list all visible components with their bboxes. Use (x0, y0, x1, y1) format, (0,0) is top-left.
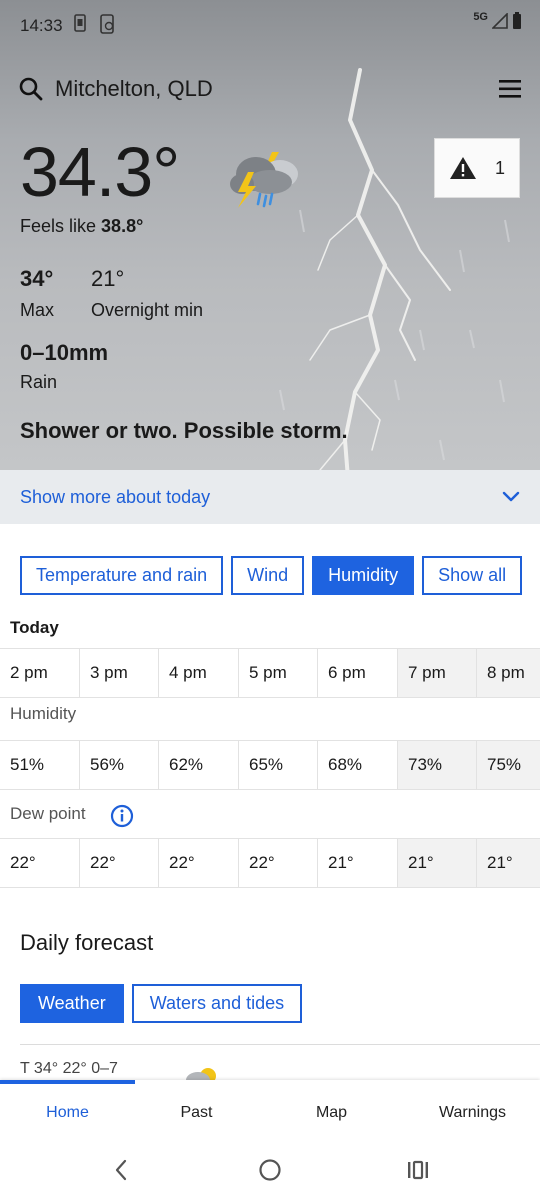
min-temp-value: 21° (91, 266, 125, 291)
info-icon[interactable] (110, 804, 134, 828)
signal-icon (492, 13, 508, 29)
feels-like-value: 38.8° (101, 216, 144, 236)
hour-cell: 3 pm (80, 649, 159, 697)
hour-cell: 8 pm (477, 649, 540, 697)
max-temp-value: 34° (20, 266, 54, 291)
network-type: 5G (473, 11, 488, 23)
humidity-cell: 65% (239, 741, 318, 789)
top-bar: Mitchelton, QLD (0, 70, 540, 110)
dewpoint-row: 22° 22° 22° 22° 21° 21° 21° (0, 838, 540, 888)
home-circle-icon[interactable] (258, 1158, 282, 1182)
menu-icon[interactable] (498, 78, 522, 100)
dewpoint-cell: 21° (398, 839, 477, 887)
tab-waters-tides[interactable]: Waters and tides (131, 984, 303, 1023)
battery-icon (513, 12, 521, 29)
chevron-down-icon (502, 491, 520, 502)
recents-icon[interactable] (406, 1158, 430, 1182)
dewpoint-cell: 21° (318, 839, 398, 887)
hero-panel: 14:33 5G Mitchelton, QLD 34.3° 1 Feels l… (0, 0, 540, 470)
toggle-humidity[interactable]: Humidity (312, 556, 415, 595)
daily-row-peek[interactable]: T 34° 22° 0–7 (20, 1060, 540, 1082)
divider (20, 1044, 540, 1045)
hour-cell: 6 pm (318, 649, 398, 697)
nav-past[interactable]: Past (129, 1104, 264, 1122)
system-navigation-bar (0, 1144, 540, 1200)
hourly-view-toggles: Temperature and rain Wind Humidity Show all (20, 556, 540, 596)
hour-cell: 7 pm (398, 649, 477, 697)
today-label: Today (10, 618, 59, 637)
forecast-summary: Shower or two. Possible storm. (20, 418, 348, 443)
dewpoint-cell: 22° (0, 839, 80, 887)
hour-cell: 2 pm (0, 649, 80, 697)
feels-like-label: Feels like (20, 216, 97, 236)
humidity-row: 51% 56% 62% 65% 68% 73% 75% (0, 740, 540, 790)
min-temp-label: Overnight min (91, 300, 204, 320)
humidity-cell: 51% (0, 741, 80, 789)
dewpoint-label: Dew point (10, 804, 86, 823)
dewpoint-cell: 22° (239, 839, 318, 887)
dewpoint-cell: 22° (80, 839, 159, 887)
toggle-show-all[interactable]: Show all (422, 556, 523, 595)
status-time: 14:33 (20, 16, 63, 35)
hour-cell: 4 pm (159, 649, 239, 697)
rain-label: Rain (20, 372, 58, 392)
nav-warnings[interactable]: Warnings (405, 1104, 540, 1122)
humidity-cell: 56% (80, 741, 159, 789)
humidity-label: Humidity (10, 704, 77, 723)
show-more-label: Show more about today (20, 486, 211, 507)
storm-shower-icon (230, 152, 298, 208)
search-icon[interactable] (18, 76, 44, 102)
tab-weather[interactable]: Weather (20, 984, 124, 1023)
humidity-cell: 68% (318, 741, 398, 789)
toggle-temperature-rain[interactable]: Temperature and rain (20, 556, 224, 595)
nav-home[interactable]: Home (0, 1104, 135, 1122)
hour-cell: 5 pm (239, 649, 318, 697)
dewpoint-cell: 21° (477, 839, 540, 887)
phone-sync-icon (100, 14, 114, 34)
hours-row: 2 pm 3 pm 4 pm 5 pm 6 pm 7 pm 8 pm (0, 648, 540, 698)
location-name[interactable]: Mitchelton, QLD (55, 76, 213, 102)
max-temp-label: Max (20, 300, 55, 320)
status-bar: 14:33 5G (0, 0, 540, 52)
bottom-navigation: Home Past Map Warnings (0, 1080, 540, 1144)
daily-tabs: Weather Waters and tides (20, 984, 310, 1024)
back-icon[interactable] (112, 1158, 130, 1182)
humidity-cell: 73% (398, 741, 477, 789)
humidity-cell: 75% (477, 741, 540, 789)
warnings-button[interactable]: 1 (434, 138, 520, 198)
rain-value: 0–10mm (20, 340, 109, 365)
warning-count: 1 (494, 157, 505, 178)
feels-like: Feels like 38.8° (20, 216, 143, 237)
humidity-cell: 62% (159, 741, 239, 789)
show-more-today[interactable]: Show more about today (0, 470, 540, 524)
current-temperature: 34.3° (20, 133, 180, 211)
toggle-wind[interactable]: Wind (231, 556, 305, 595)
warning-icon (449, 157, 476, 179)
sim-icon (74, 14, 86, 32)
active-tab-indicator (0, 1080, 135, 1084)
nav-map[interactable]: Map (264, 1104, 399, 1122)
daily-forecast-title: Daily forecast (20, 930, 154, 955)
dewpoint-cell: 22° (159, 839, 239, 887)
